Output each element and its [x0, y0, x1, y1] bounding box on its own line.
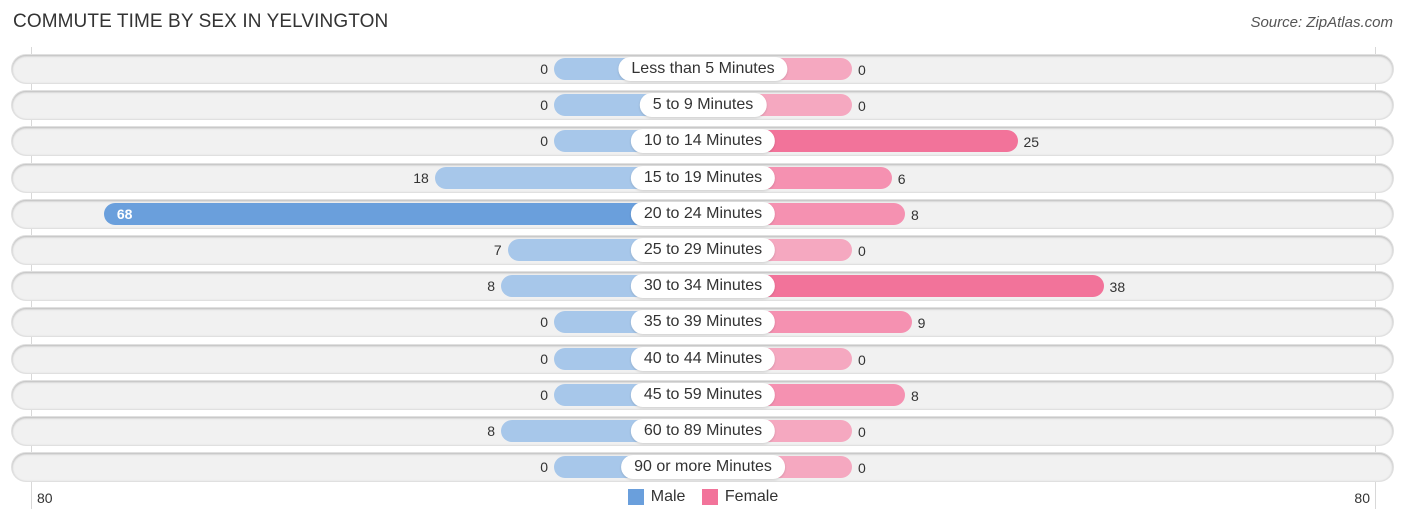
legend-item-male[interactable]: Male: [627, 488, 686, 506]
category-label-0: Less than 5 Minutes: [618, 57, 788, 81]
category-label-8: 40 to 44 Minutes: [630, 346, 776, 371]
value-label-male-11: 0: [540, 459, 548, 476]
category-label-4: 20 to 24 Minutes: [630, 201, 776, 226]
legend: Male Female: [0, 488, 1406, 510]
value-label-male-7: 0: [540, 314, 548, 331]
legend-label-male: Male: [650, 488, 686, 505]
value-label-female-7: 9: [917, 315, 926, 332]
legend-label-female: Female: [724, 488, 779, 505]
legend-item-female[interactable]: Female: [701, 488, 779, 506]
value-label-female-4: 8: [910, 206, 919, 223]
category-label-11: 90 or more Minutes: [621, 455, 785, 480]
value-label-male-9: 0: [540, 386, 548, 403]
value-label-female-8: 0: [858, 351, 866, 368]
value-label-female-2: 25: [1023, 134, 1040, 151]
legend-swatch-male: [627, 489, 644, 505]
value-label-female-5: 0: [858, 243, 866, 259]
category-label-6: 30 to 34 Minutes: [630, 274, 776, 299]
value-label-male-6: 8: [487, 278, 496, 295]
legend-swatch-female: [701, 489, 718, 505]
value-label-male-4: 68: [116, 205, 133, 222]
category-label-7: 35 to 39 Minutes: [630, 310, 776, 335]
category-label-10: 60 to 89 Minutes: [630, 419, 776, 443]
value-label-male-10: 8: [487, 423, 496, 439]
value-label-female-6: 38: [1109, 279, 1126, 296]
category-label-2: 10 to 14 Minutes: [630, 129, 776, 154]
value-label-female-11: 0: [858, 460, 866, 477]
bar-male-4[interactable]: [103, 202, 703, 225]
value-label-female-1: 0: [858, 98, 866, 115]
value-label-female-9: 8: [910, 387, 919, 404]
chart-title: COMMUTE TIME BY SEX IN YELVINGTON: [13, 11, 389, 32]
value-label-female-3: 6: [897, 170, 906, 187]
category-label-9: 45 to 59 Minutes: [630, 382, 776, 407]
category-label-5: 25 to 29 Minutes: [630, 238, 776, 262]
category-label-3: 15 to 19 Minutes: [630, 165, 776, 190]
value-label-male-5: 7: [493, 242, 502, 258]
value-label-male-0: 0: [540, 61, 548, 77]
category-label-1: 5 to 9 Minutes: [639, 93, 767, 118]
value-label-male-8: 0: [540, 350, 548, 367]
value-label-male-3: 18: [413, 169, 429, 186]
source-label: Source: ZipAtlas.com: [1250, 14, 1393, 31]
value-label-female-0: 0: [858, 62, 866, 78]
value-label-male-2: 0: [540, 133, 548, 150]
value-label-female-10: 0: [858, 424, 866, 440]
value-label-male-1: 0: [540, 97, 548, 114]
